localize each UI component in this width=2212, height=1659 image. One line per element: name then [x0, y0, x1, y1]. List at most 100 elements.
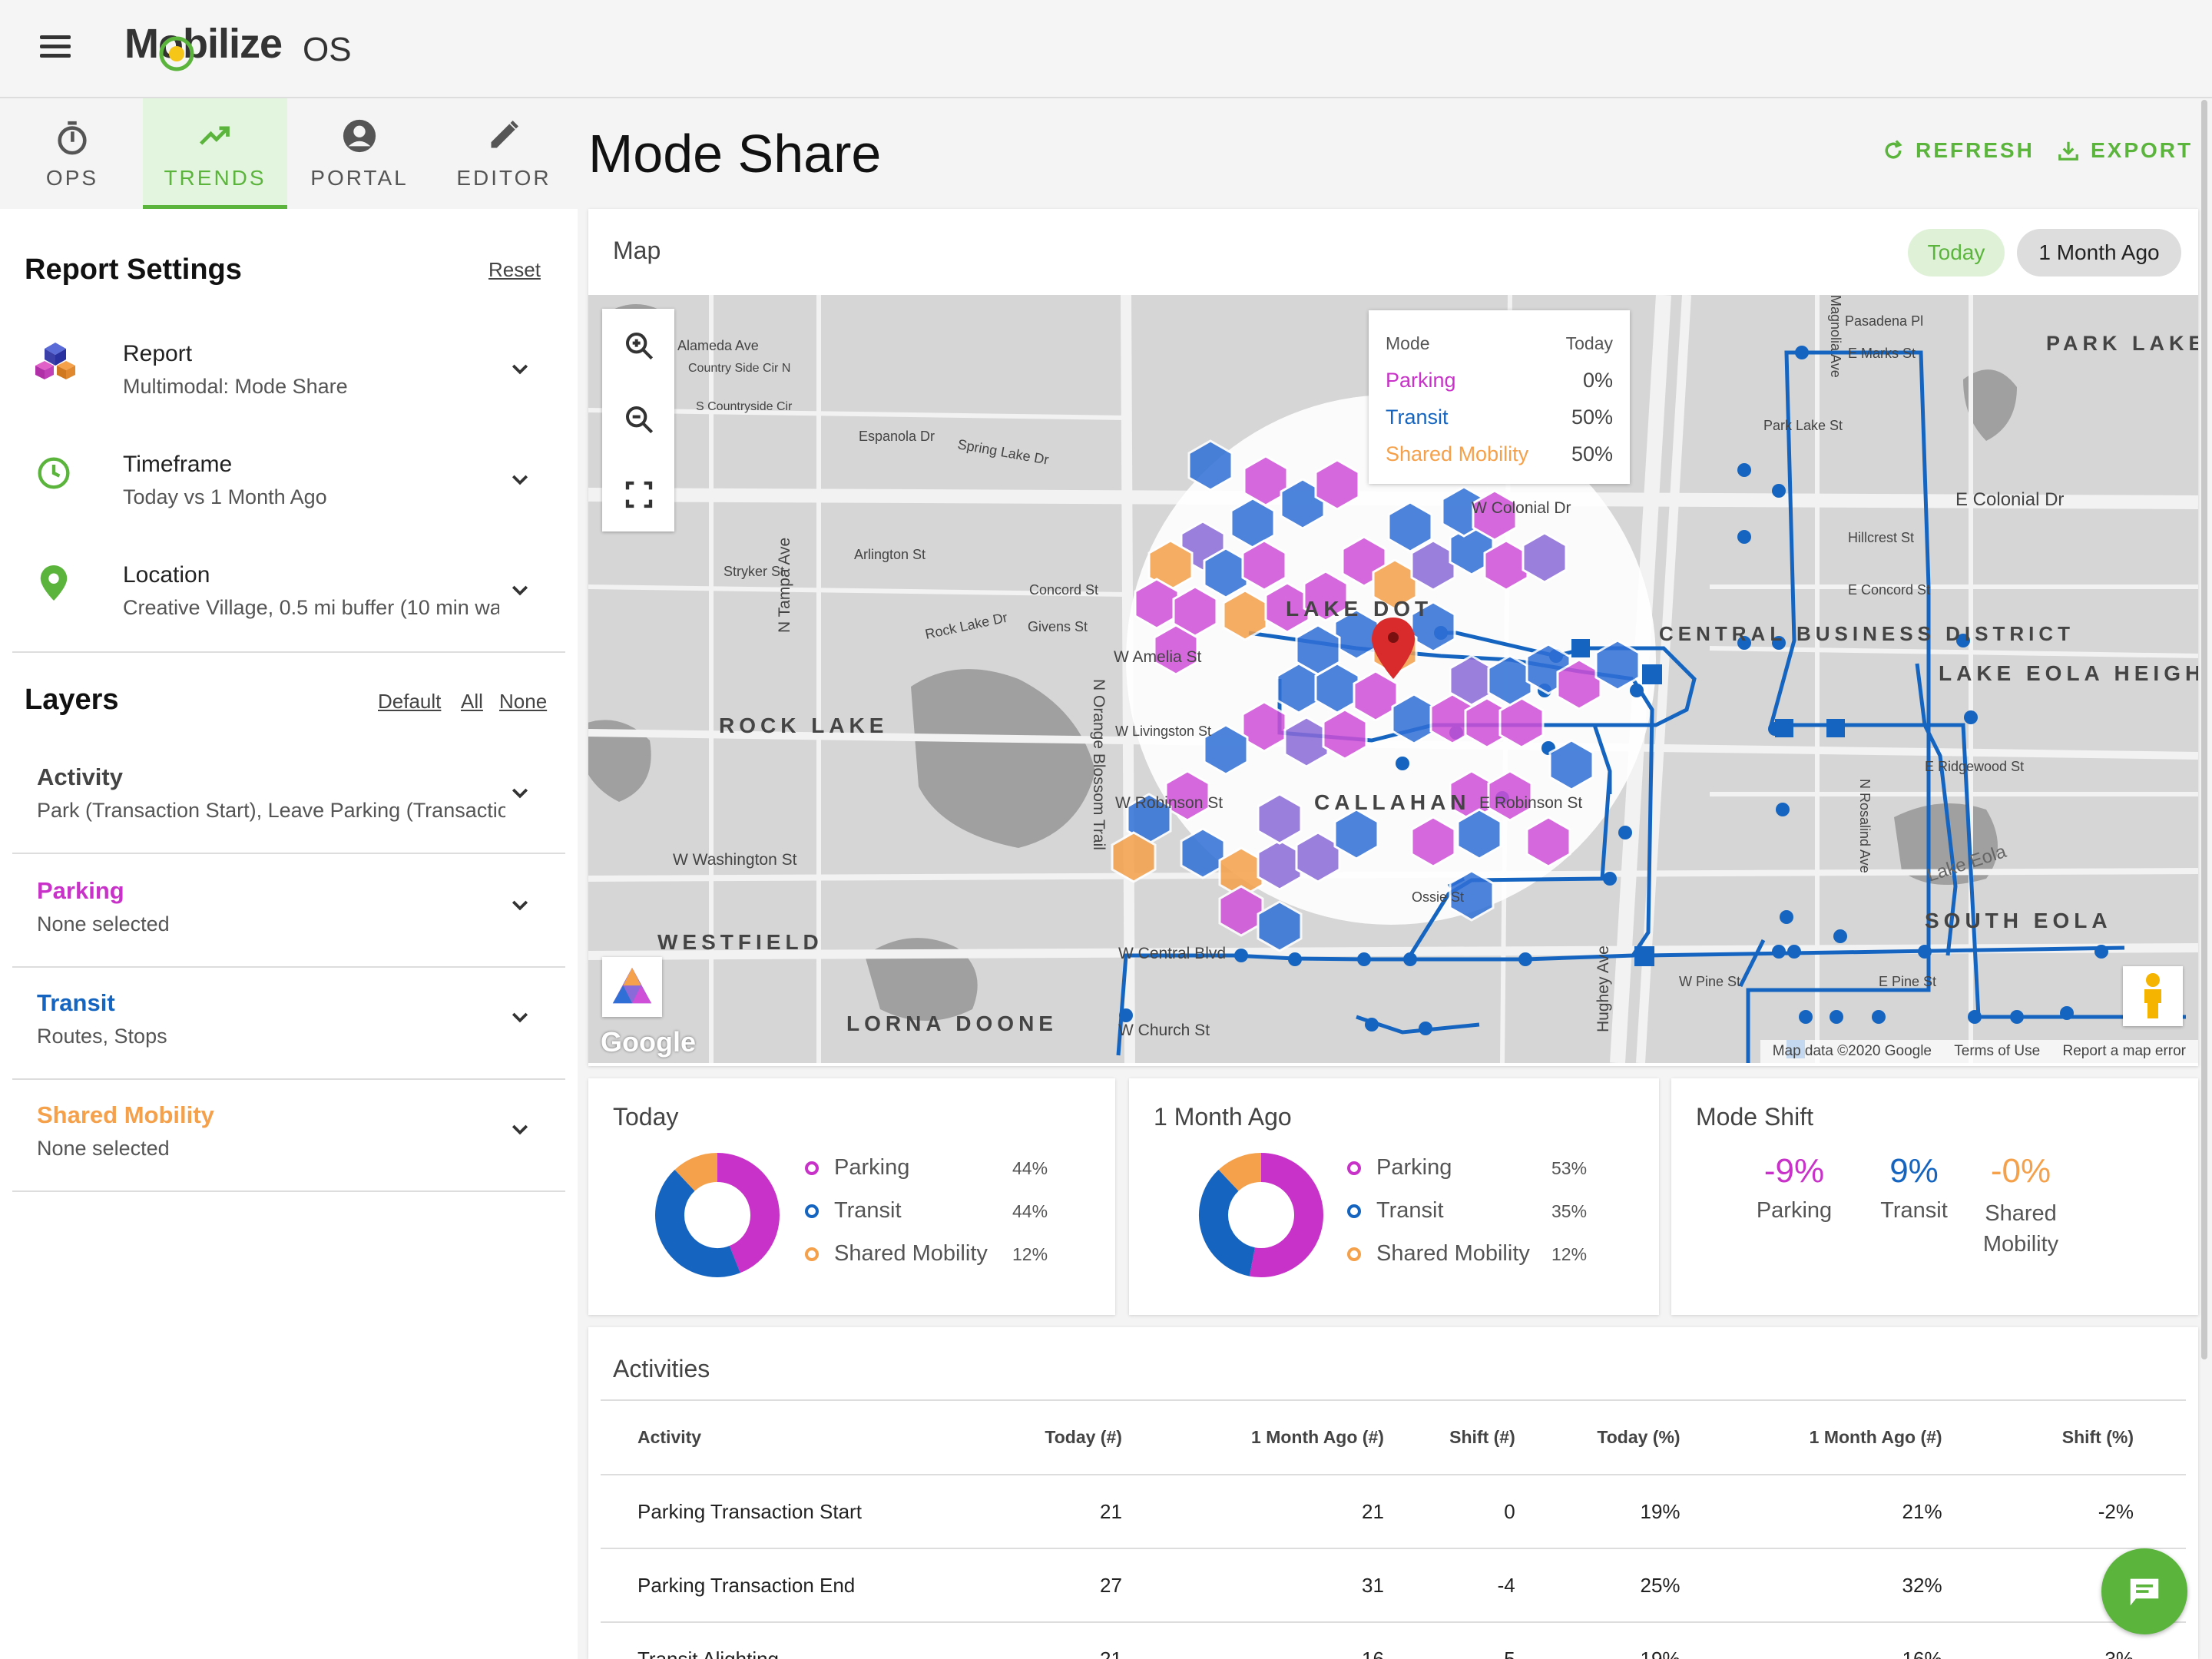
tab-ops[interactable]: OPS [0, 98, 144, 209]
layer-parking-value: None selected [37, 912, 170, 935]
shift-shared-label: Shared Mobility [1982, 1201, 2059, 1257]
pencil-icon [432, 118, 576, 166]
table-cell: 0 [1384, 1475, 1516, 1549]
fullscreen-icon[interactable] [624, 479, 654, 510]
street-label: E Robinson St [1479, 794, 1582, 812]
tooltip-value-shared: 50% [1571, 442, 1613, 465]
location-selector[interactable]: Location Creative Village, 0.5 mi buffer… [0, 545, 568, 645]
col-shift-count[interactable]: Shift (#) [1384, 1401, 1516, 1475]
donut-slice-transit [1199, 1169, 1256, 1277]
table-cell: Parking Transaction End [601, 1548, 969, 1623]
month-pct-transit: 35% [1551, 1201, 1588, 1221]
layer-parking[interactable]: Parking None selected [12, 856, 565, 968]
tooltip-value-parking: 0% [1582, 369, 1613, 392]
chevron-down-icon [512, 585, 528, 596]
activities-title: Activities [613, 1355, 710, 1382]
layer-activity-value: Park (Transaction Start), Leave Parking … [37, 799, 505, 822]
col-today-pct[interactable]: Today (%) [1515, 1401, 1681, 1475]
layer-transit[interactable]: Transit Routes, Stops [12, 968, 565, 1080]
tab-label: OPS [45, 166, 99, 190]
timeframe-title: Timeframe [123, 452, 233, 477]
page-scrollbar[interactable] [2201, 100, 2207, 1359]
location-value: Creative Village, 0.5 mi buffer (10 min … [123, 596, 499, 619]
col-shift-pct[interactable]: Shift (%) [1942, 1401, 2186, 1475]
parking-legend-dot [1347, 1161, 1361, 1175]
toggle-today[interactable]: Today [1908, 229, 2005, 276]
report-settings-heading: Report Settings [25, 253, 242, 286]
street-label: Hillcrest St [1848, 530, 1914, 545]
tooltip-value-transit: 50% [1571, 406, 1613, 429]
layers-all-link[interactable]: All [461, 690, 483, 714]
today-legend-parking: Parking [805, 1155, 909, 1181]
table-cell: 21% [1681, 1475, 1943, 1549]
chevron-down-icon [512, 900, 528, 911]
layer-transit-value: Routes, Stops [37, 1025, 167, 1048]
layer-activity[interactable]: Activity Park (Transaction Start), Leave… [12, 743, 565, 854]
map-layers-button[interactable] [602, 957, 662, 1017]
report-sidebar: Report Settings Reset Report Multimodal:… [0, 209, 578, 1659]
toggle-month-ago[interactable]: 1 Month Ago [2017, 229, 2181, 276]
report-error-link[interactable]: Report a map error [2062, 1043, 2186, 1059]
layers-default-link[interactable]: Default [378, 690, 441, 714]
terms-link[interactable]: Terms of Use [1954, 1043, 2040, 1059]
layers-none-link[interactable]: None [499, 690, 547, 714]
chevron-down-icon [512, 475, 528, 485]
timeframe-selector[interactable]: Timeframe Today vs 1 Month Ago [0, 435, 568, 535]
street-view-pegman[interactable] [2123, 966, 2183, 1026]
table-cell: 21 [969, 1475, 1123, 1549]
table-cell: 21 [1122, 1475, 1385, 1549]
street-label: Pasadena Pl [1845, 313, 1923, 329]
month-ago-card-title: 1 Month Ago [1154, 1103, 1292, 1131]
col-month-count[interactable]: 1 Month Ago (#) [1122, 1401, 1385, 1475]
layer-shared-mobility[interactable]: Shared Mobility None selected [12, 1080, 565, 1192]
table-cell: 25% [1515, 1548, 1681, 1623]
hamburger-menu-icon[interactable] [40, 35, 71, 60]
today-pct-parking: 44% [1012, 1158, 1048, 1178]
month-pct-parking: 53% [1551, 1158, 1588, 1178]
reset-link[interactable]: Reset [488, 258, 541, 282]
legend-label: Shared Mobility [834, 1241, 988, 1266]
street-label: E Pine St [1879, 974, 1936, 989]
today-pct-transit: 44% [1012, 1201, 1048, 1221]
col-activity[interactable]: Activity [601, 1401, 969, 1475]
zoom-out-icon[interactable] [624, 404, 654, 435]
area-label: SOUTH EOLA [1925, 909, 2112, 932]
street-label: W Pine St [1679, 974, 1740, 989]
legend-label: Parking [834, 1155, 910, 1180]
refresh-button[interactable]: REFRESH [1882, 138, 2035, 163]
app-header: Mobilize OS [0, 0, 2212, 98]
table-header-row: Activity Today (#) 1 Month Ago (#) Shift… [601, 1401, 2186, 1475]
layer-parking-title: Parking [37, 877, 124, 904]
street-label: Stryker St [724, 564, 784, 579]
month-legend-transit: Transit [1347, 1198, 1444, 1224]
mode-shift-card: Mode Shift -9% Parking 9% Transit -0% Sh… [1671, 1078, 2198, 1315]
chat-button[interactable] [2101, 1548, 2187, 1634]
export-label: EXPORT [2091, 138, 2194, 162]
area-label: LORNA DOONE [846, 1012, 1058, 1035]
parking-legend-dot [805, 1161, 819, 1175]
map-canvas[interactable]: ROCK LAKE WESTFIELD LORNA DOONE CALLAHAN… [588, 295, 2198, 1063]
tab-label: PORTAL [310, 166, 409, 190]
col-today-count[interactable]: Today (#) [969, 1401, 1123, 1475]
report-selector[interactable]: Report Multimodal: Mode Share [0, 324, 568, 424]
divider [12, 651, 565, 653]
tab-editor[interactable]: EDITOR [432, 98, 576, 209]
tab-label: TRENDS [164, 166, 267, 190]
col-month-pct[interactable]: 1 Month Ago (#) [1681, 1401, 1943, 1475]
table-cell: 16 [1122, 1622, 1385, 1659]
street-label: W Church St [1118, 1022, 1210, 1039]
activities-card: Activities Activity Today (#) 1 Month Ag… [588, 1327, 2198, 1659]
tab-trends[interactable]: TRENDS [143, 98, 287, 209]
export-button[interactable]: EXPORT [2057, 138, 2193, 163]
street-label: N Tampa Ave [776, 538, 793, 633]
legend-label: Transit [834, 1198, 902, 1223]
tab-portal[interactable]: PORTAL [287, 98, 432, 209]
legend-label: Shared Mobility [1376, 1241, 1530, 1266]
today-legend-transit: Transit [805, 1198, 902, 1224]
donut-slice-shared-mobility [674, 1153, 718, 1192]
street-label: Park Lake St [1763, 418, 1843, 433]
month-ago-donut-chart [1199, 1153, 1323, 1277]
layer-activity-title: Activity [37, 763, 123, 790]
zoom-in-icon[interactable] [624, 330, 654, 361]
shift-transit-value: 9% [1889, 1152, 1939, 1190]
